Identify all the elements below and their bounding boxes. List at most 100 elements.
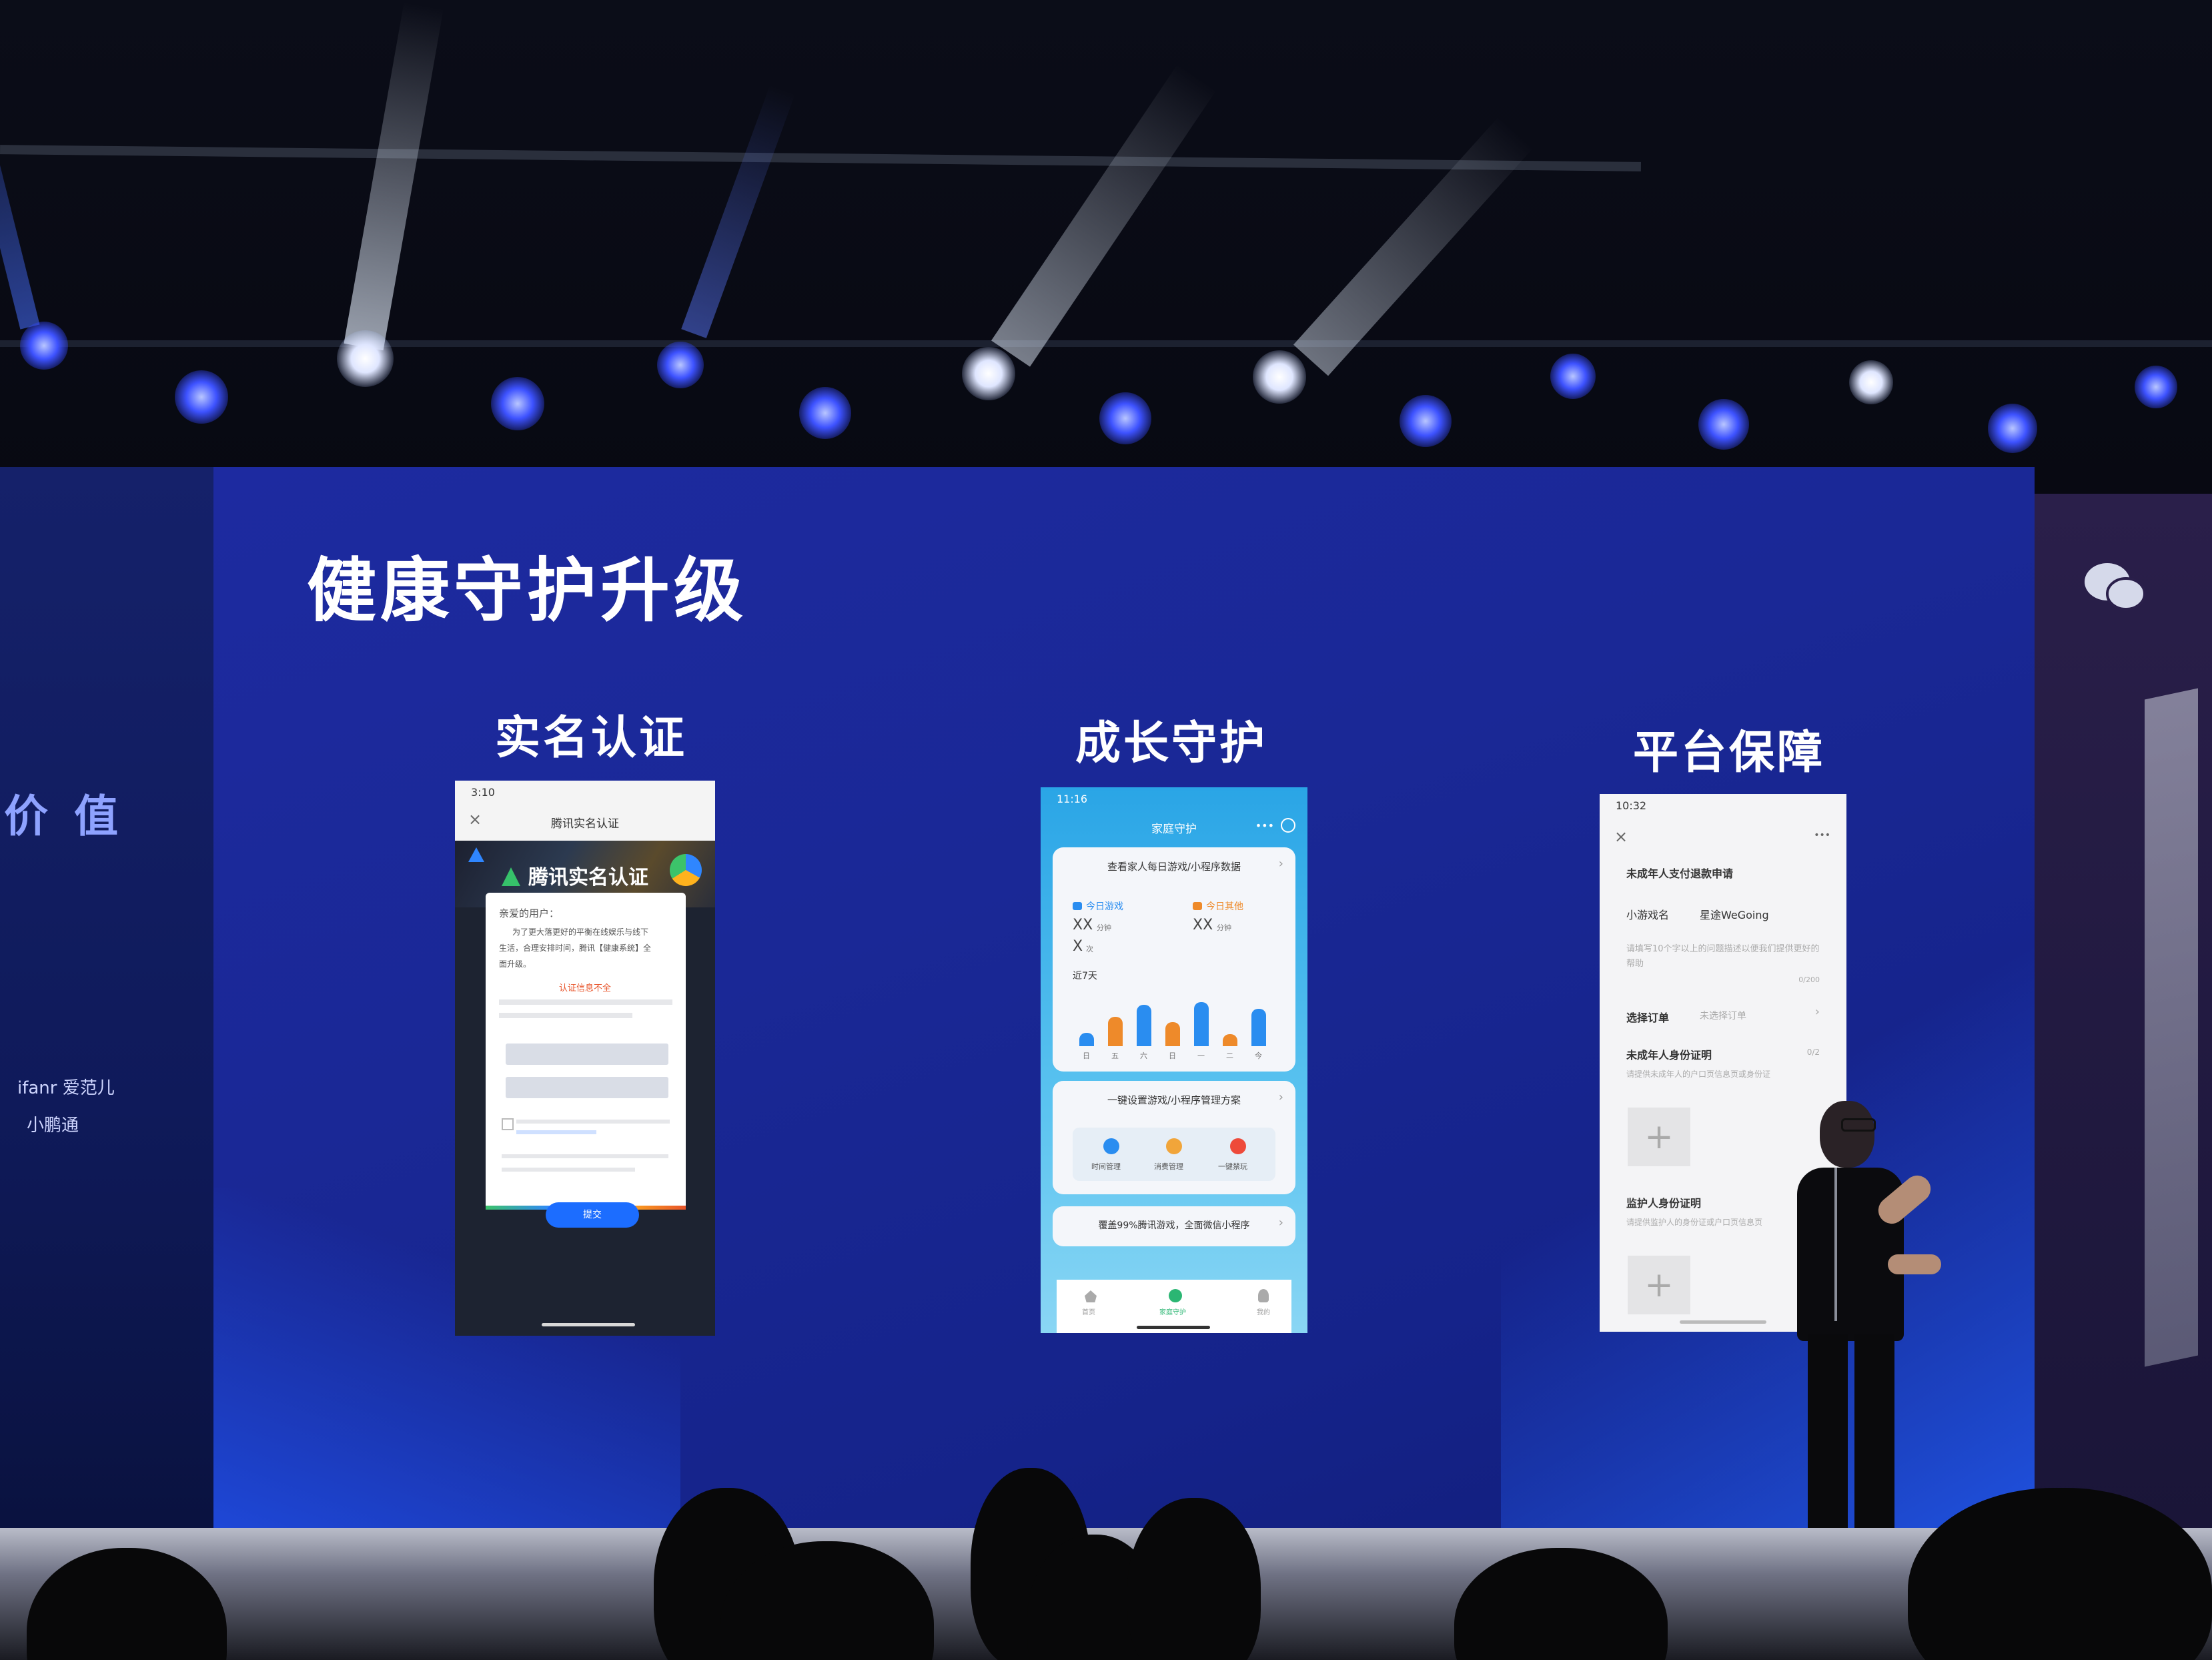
action-ban: 一键禁玩 [1218,1162,1247,1171]
day-label: 五 [1111,1052,1119,1060]
wechat-icon [2083,560,2147,614]
shield-icon[interactable] [1169,1289,1182,1302]
status-time: 10:32 [1616,799,1647,812]
day-labels: 日 五 六 日 一 二 今 [1079,1050,1279,1064]
body-text-2: 生活，合理安排时间，腾讯【健康系统】全 [499,943,652,953]
stage-light [1698,399,1749,450]
recent-label: 近7天 [1073,971,1097,981]
stat-other-value: XX [1193,917,1213,933]
submit-button[interactable]: 提交 [546,1202,639,1228]
stat-other-unit: 分钟 [1217,923,1231,932]
day-label: 今 [1255,1052,1262,1060]
left-side-screen: 价 值 ifanr 爱范儿 小鹏通 [0,467,233,1535]
left-screen-partial-title: 价 值 [4,791,123,842]
stage-light [337,330,394,387]
body-text-3: 面升级。 [499,959,532,969]
reason-counter: 0/200 [1798,975,1820,984]
id-number-input[interactable] [506,1077,668,1098]
chevron-right-icon: › [1278,1090,1283,1104]
stage-light [1849,360,1893,404]
upload-minor-id-button[interactable]: + [1628,1108,1690,1166]
stage-light [1099,392,1151,444]
plan-panel: 一键设置游戏/小程序管理方案 › 时间管理 消费管理 一键禁玩 [1053,1081,1295,1194]
order-select[interactable]: 未选择订单 [1700,1009,1746,1022]
audience-head [1127,1498,1261,1660]
tab-guardian[interactable]: 家庭守护 [1159,1306,1186,1316]
minor-id-count: 0/2 [1806,1048,1820,1057]
close-icon[interactable]: × [1614,827,1628,846]
coverage-link[interactable]: 覆盖99%腾讯游戏，全面微信小程序 [1053,1218,1295,1232]
home-icon[interactable] [1085,1290,1097,1302]
game-name-label: 小游戏名 [1626,909,1670,921]
stat-game-label: 今日游戏 [1086,901,1123,912]
weekly-bar-chart [1079,993,1279,1046]
stage-light [799,387,851,439]
stage-light [1550,354,1596,399]
right-side-screen [2025,494,2212,1535]
more-icon[interactable]: ••• [1814,830,1830,841]
tab-bar: 首页 家庭守护 我的 [1057,1280,1291,1333]
agree-checkbox[interactable] [502,1118,514,1130]
sponsor-ifanr: ifanr 爱范儿 [17,1078,115,1098]
stat-game-value: XX [1073,917,1093,933]
more-icon[interactable]: ••• [1255,819,1274,832]
slide-title: 健康守护升级 [307,550,748,631]
stage-light [657,342,704,388]
sponsor-xiaoetong: 小鹏通 [27,1116,79,1136]
coverage-panel: 覆盖99%腾讯游戏，全面微信小程序 › [1053,1206,1295,1246]
minor-id-label: 未成年人身份证明 [1626,1049,1712,1062]
chevron-right-icon: › [1278,1216,1283,1230]
realname-form-card: 亲爱的用户： 为了更大落更好的平衡在线娱乐与线下 生活，合理安排时间，腾讯【健康… [486,893,686,1210]
greeting-text: 亲爱的用户： [499,907,560,919]
stat-game-count: X [1073,938,1083,955]
stage-light [1400,395,1452,447]
day-label: 一 [1197,1052,1205,1060]
nav-title: 腾讯实名认证 [551,817,619,831]
stage-light [962,347,1015,400]
guardian-id-label: 监护人身份证明 [1626,1197,1702,1210]
scene: 价 值 ifanr 爱范儿 小鹏通 健康守护升级 实名认证 成长守护 平台保障 … [0,0,2212,1660]
form-header: 未成年人支付退款申请 [1626,867,1734,880]
lighting-truss [0,1,2212,487]
game-name-value: 星途WeGoing [1700,909,1769,921]
chevron-right-icon: › [1278,857,1283,871]
body-text-1: 为了更大落更好的平衡在线娱乐与线下 [512,927,649,937]
plan-link[interactable]: 一键设置游戏/小程序管理方案 [1053,1093,1295,1107]
status-time: 3:10 [471,786,495,799]
other-icon [1193,902,1202,910]
phone-realname-screenshot: 3:10 × 腾讯实名认证 腾讯实名认证 亲爱的用户： 为了更大落更好的平衡在线… [455,781,715,1336]
column-title-realname: 实名认证 [495,712,688,765]
upload-guardian-id-button[interactable]: + [1628,1256,1690,1314]
banner-title: 腾讯实名认证 [528,866,648,889]
day-label: 二 [1226,1052,1233,1060]
name-input[interactable] [506,1044,668,1065]
day-label: 六 [1140,1052,1147,1060]
stat-game-count-unit: 次 [1086,945,1093,953]
chevron-right-icon: › [1814,1005,1820,1019]
stage-light [20,322,68,370]
stage-light [1988,404,2037,453]
minor-id-hint: 请提供未成年人的户口页信息页或身份证 [1626,1070,1771,1079]
column-title-platform: 平台保障 [1633,727,1826,779]
tab-me[interactable]: 我的 [1257,1306,1270,1316]
stage-light [2135,366,2177,408]
status-time: 11:16 [1057,793,1088,805]
order-label: 选择订单 [1626,1011,1670,1024]
stage-light [491,377,544,430]
presenter [1788,1101,1948,1541]
daily-data-link[interactable]: 查看家人每日游戏/小程序数据 [1053,859,1295,873]
ban-icon[interactable] [1230,1138,1246,1154]
tab-home[interactable]: 首页 [1082,1306,1095,1316]
reason-textarea[interactable]: 请填写10个字以上的问题描述以便我们提供更好的帮助 [1626,942,1820,971]
target-icon[interactable] [1281,818,1295,833]
action-spend: 消费管理 [1154,1162,1183,1171]
column-title-growth: 成长守护 [1075,717,1268,770]
warning-text: 认证信息不全 [559,983,612,993]
coin-icon[interactable] [1166,1138,1182,1154]
action-time: 时间管理 [1091,1162,1121,1171]
user-icon[interactable] [1258,1289,1269,1302]
stats-panel: 查看家人每日游戏/小程序数据 › 今日游戏 XX 分钟 X 次 今日其他 XX … [1053,847,1295,1072]
clock-icon[interactable] [1103,1138,1119,1154]
day-label: 日 [1169,1052,1176,1060]
phone-growth-screenshot: 11:16 家庭守护 ••• 查看家人每日游戏/小程序数据 › 今日游戏 XX … [1041,787,1307,1333]
